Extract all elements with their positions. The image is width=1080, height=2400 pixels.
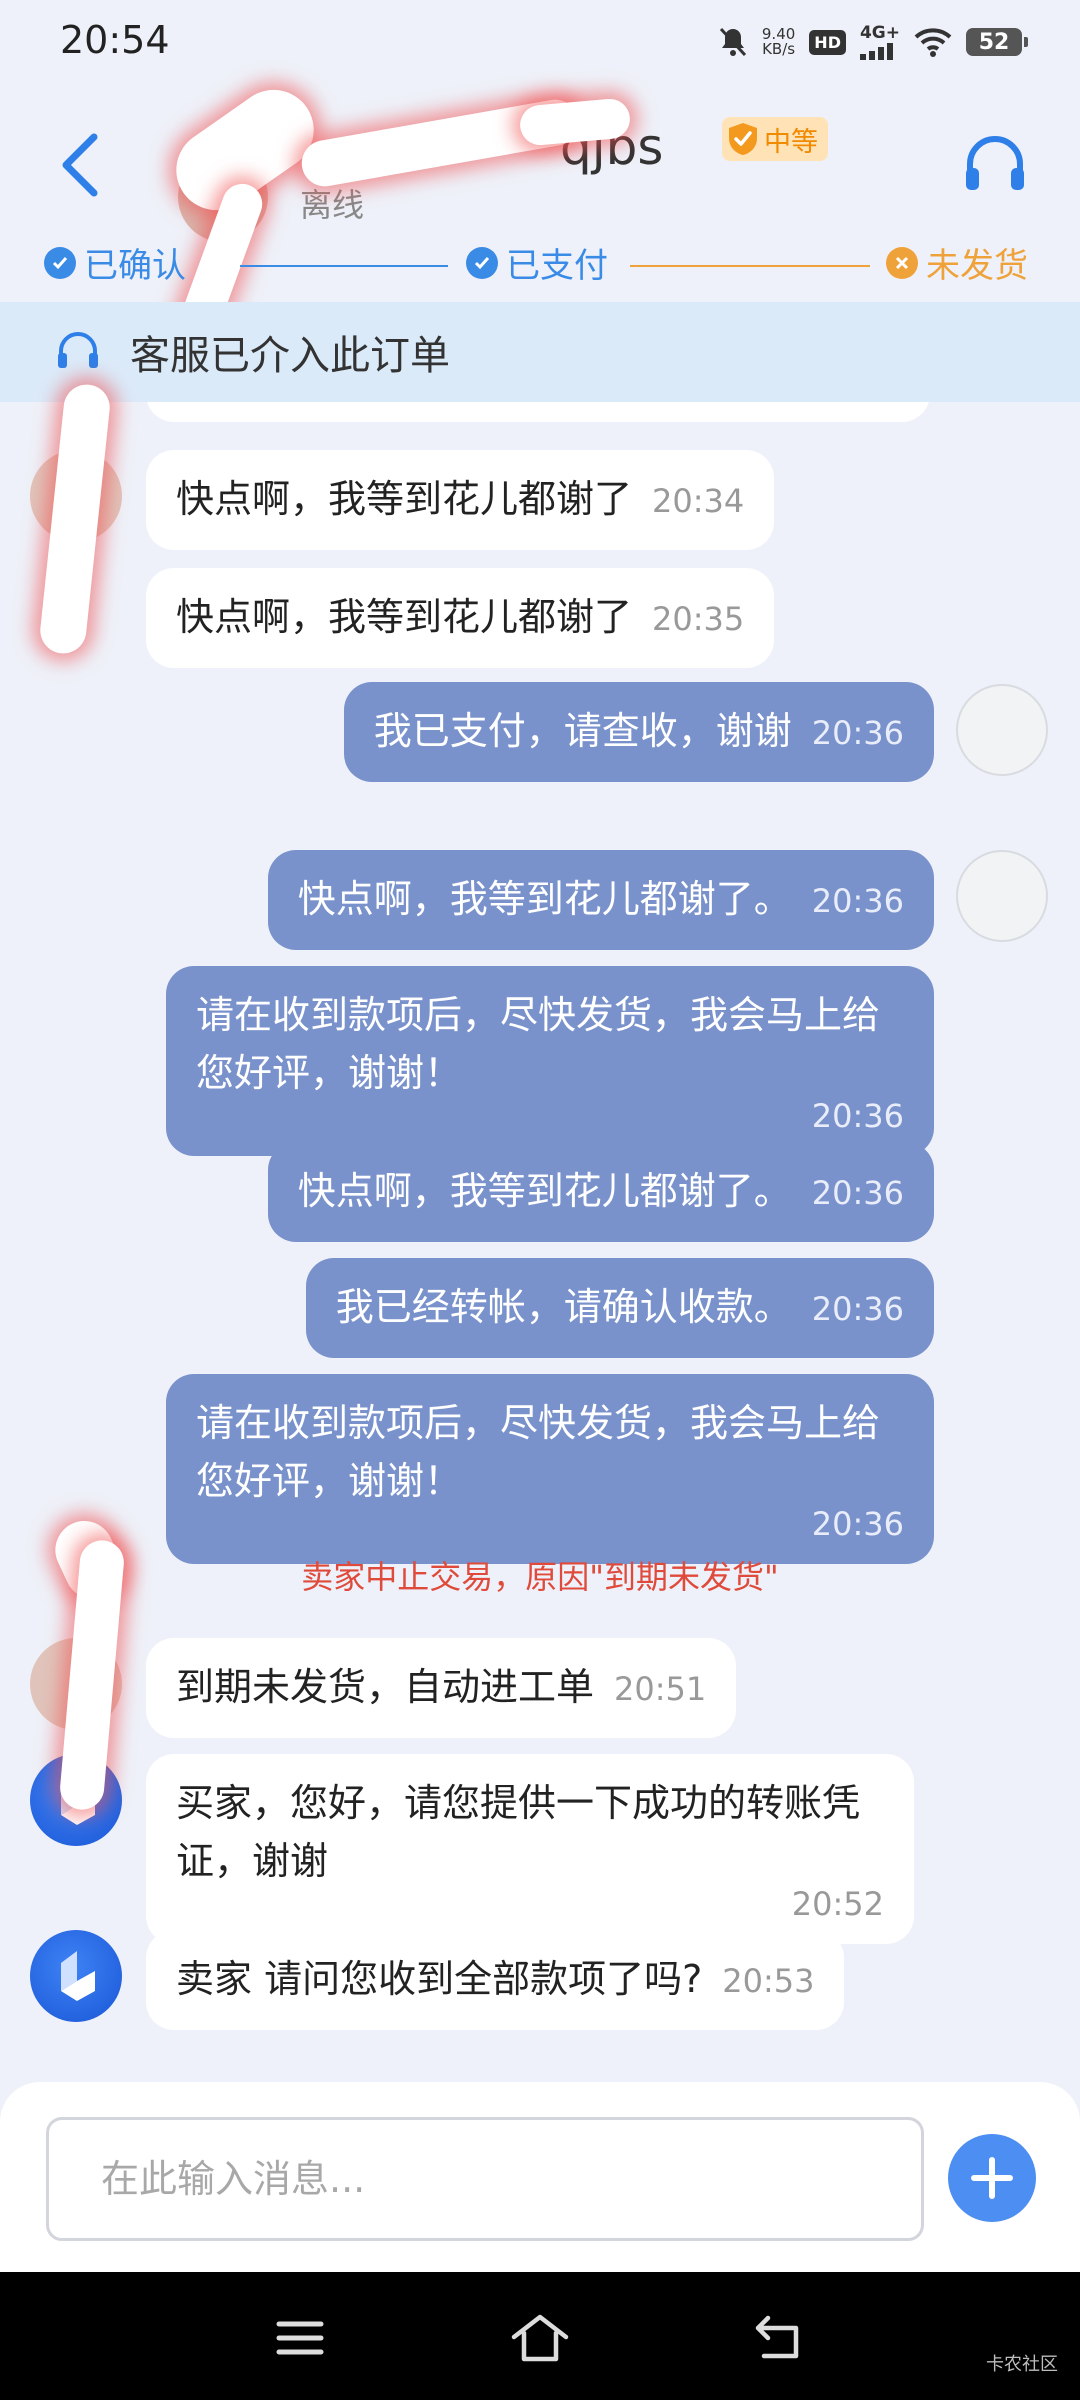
step-confirmed: 已确认 <box>44 238 186 287</box>
online-status: 离线 <box>300 186 365 224</box>
message-time: 20:36 <box>811 1097 904 1135</box>
message-bubble: 卖家 请问您收到全部款项了吗? 20:53 <box>146 1930 845 2030</box>
system-message: 卖家中止交易，原因"到期未发货" <box>301 1558 779 1596</box>
message-bubble: 快点啊，我等到花儿都谢了 20:34 <box>146 450 775 550</box>
menu-icon <box>276 2321 324 2355</box>
net-speed-unit: KB/s <box>762 40 796 58</box>
message-time: 20:36 <box>811 1505 904 1543</box>
back-nav-button[interactable] <box>740 2308 820 2368</box>
message-bubble <box>146 402 930 422</box>
message-bubble: 快点啊，我等到花儿都谢了 20:35 <box>146 568 775 668</box>
x-circle-icon <box>886 246 918 279</box>
message-bubble: 到期未发货，自动进工单 20:51 <box>146 1638 737 1738</box>
shield-check-icon <box>729 123 757 155</box>
check-circle-icon <box>466 246 498 279</box>
service-logo-icon <box>61 1951 95 2001</box>
message-text: 快点啊，我等到花儿都谢了 <box>176 595 633 639</box>
chevron-left-icon <box>62 133 98 197</box>
battery-icon: 52 <box>966 28 1028 56</box>
status-bar: 20:54 9.40 KB/s HD 4G+ 52 <box>0 0 1080 80</box>
system-nav-bar: 卡农社区 <box>0 2272 1080 2400</box>
step-paid: 已支付 <box>466 238 608 287</box>
add-attachment-button[interactable] <box>948 2134 1036 2222</box>
message-time: 20:36 <box>811 1290 904 1328</box>
message-time: 20:53 <box>722 1962 815 2000</box>
service-avatar[interactable] <box>30 1930 122 2022</box>
message-time: 20:51 <box>614 1670 707 1708</box>
plus-icon <box>971 2157 1013 2199</box>
home-button[interactable] <box>500 2308 580 2368</box>
message-text: 我已经转帐，请确认收款。 <box>335 1285 792 1329</box>
signal-label: 4G+ <box>859 22 900 43</box>
message-bubble: 我已经转帐，请确认收款。 20:36 <box>305 1258 934 1358</box>
message-text: 快点啊，我等到花儿都谢了。 <box>297 1169 792 1213</box>
headset-icon <box>966 136 1024 190</box>
signal-icon: 4G+ <box>859 22 900 60</box>
headset-icon <box>58 332 98 368</box>
banner-text: 客服已介入此订单 <box>130 333 450 379</box>
message-time: 20:36 <box>811 1174 904 1212</box>
step-connector <box>240 265 448 267</box>
home-icon <box>511 2314 569 2362</box>
level-badge: 中等 <box>722 117 828 161</box>
message-bubble: 请在收到款项后，尽快发货，我会马上给您好评，谢谢！ 20:36 <box>166 966 934 1156</box>
message-time: 20:36 <box>811 882 904 920</box>
my-avatar[interactable] <box>956 850 1048 942</box>
service-intervened-banner: 客服已介入此订单 <box>0 302 1080 402</box>
return-icon <box>755 2315 799 2359</box>
message-text: 请在收到款项后，尽快发货，我会马上给您好评，谢谢！ <box>196 993 881 1095</box>
message-text: 到期未发货，自动进工单 <box>176 1665 595 1709</box>
message-bubble: 请在收到款项后，尽快发货，我会马上给您好评，谢谢！ 20:36 <box>166 1374 934 1564</box>
message-text: 我已支付，请查收，谢谢 <box>373 709 792 753</box>
check-circle-icon <box>44 246 76 279</box>
wifi-icon <box>914 27 952 57</box>
step-connector <box>630 265 870 267</box>
net-speed: 9.40 KB/s <box>762 27 795 57</box>
message-time: 20:36 <box>811 714 904 752</box>
menu-button[interactable] <box>260 2308 340 2368</box>
message-text: 快点啊，我等到花儿都谢了 <box>176 477 633 521</box>
message-bubble: 我已支付，请查收，谢谢 20:36 <box>343 682 934 782</box>
message-time: 20:35 <box>652 600 745 638</box>
message-bubble: 快点啊，我等到花儿都谢了。 20:36 <box>267 1142 934 1242</box>
my-avatar[interactable] <box>956 684 1048 776</box>
message-text: 卖家 请问您收到全部款项了吗? <box>176 1957 703 2001</box>
message-text: 请在收到款项后，尽快发货，我会马上给您好评，谢谢！ <box>196 1401 881 1503</box>
message-text: 快点啊，我等到花儿都谢了。 <box>297 877 792 921</box>
composer <box>0 2082 1080 2272</box>
message-text: 买家，您好，请您提供一下成功的转账凭证，谢谢 <box>176 1781 861 1883</box>
message-list[interactable]: 快点啊，我等到花儿都谢了 20:34 快点啊，我等到花儿都谢了 20:35 我已支付… <box>0 402 1080 2082</box>
message-time: 20:52 <box>791 1885 884 1923</box>
step-label: 未发货 <box>926 246 1028 286</box>
message-bubble: 快点啊，我等到花儿都谢了。 20:36 <box>267 850 934 950</box>
watermark: 卡农社区 <box>986 2354 1058 2375</box>
status-icons: 9.40 KB/s HD 4G+ 52 <box>718 22 1028 62</box>
step-label: 已支付 <box>506 246 608 286</box>
step-label: 已确认 <box>84 246 186 286</box>
customer-service-button[interactable] <box>960 132 1030 202</box>
status-time: 20:54 <box>60 18 170 62</box>
order-progress: 已确认 已支付 未发货 <box>0 238 1080 294</box>
hd-badge: HD <box>809 29 846 55</box>
back-button[interactable] <box>50 125 110 205</box>
step-not-shipped: 未发货 <box>886 238 1028 287</box>
message-input[interactable] <box>46 2117 924 2241</box>
level-label: 中等 <box>764 126 818 158</box>
mute-icon <box>718 26 748 58</box>
message-time: 20:34 <box>652 482 745 520</box>
message-bubble: 买家，您好，请您提供一下成功的转账凭证，谢谢 20:52 <box>146 1754 914 1944</box>
